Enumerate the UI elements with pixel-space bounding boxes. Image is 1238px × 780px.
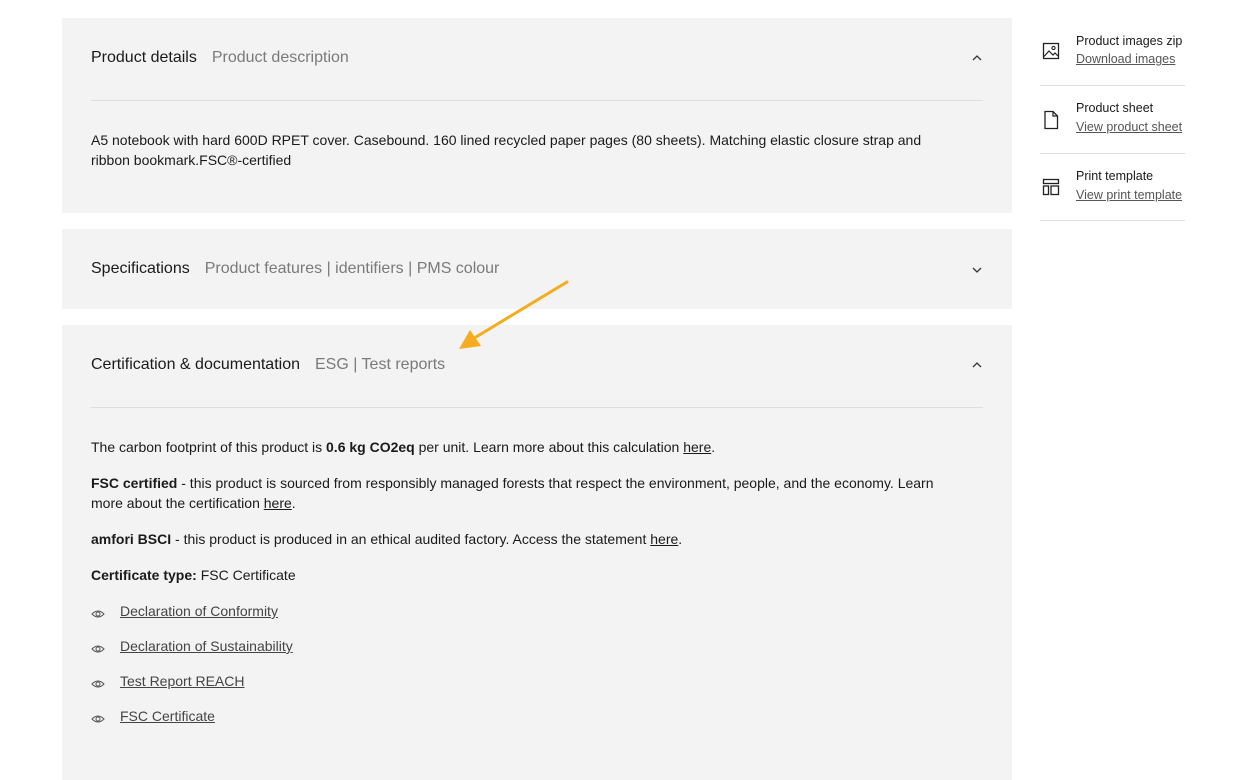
product-details-title: Product details <box>91 49 197 66</box>
document-item-fsc-certificate[interactable]: FSC Certificate <box>91 706 215 726</box>
certification-subtitle: ESG | Test reports <box>315 356 446 373</box>
fsc-certified-text: FSC certified - this product is sourced … <box>91 475 934 511</box>
document-item-test-report-reach[interactable]: Test Report REACH <box>91 671 244 691</box>
chevron-up-icon[interactable] <box>971 359 983 371</box>
fsc-certification-link[interactable]: here <box>264 495 292 511</box>
eye-icon <box>91 641 105 653</box>
product-details-header[interactable]: Product details Product description <box>91 18 983 98</box>
layout-template-icon <box>1042 178 1060 198</box>
document-link[interactable]: Test Report REACH <box>120 673 244 689</box>
image-icon <box>1042 42 1060 62</box>
document-link[interactable]: Declaration of Sustainability <box>120 638 293 654</box>
eye-icon <box>91 711 105 723</box>
amfori-bsci-text: amfori BSCI - this product is produced i… <box>91 531 683 547</box>
sidebar-item-product-sheet: Product sheet View product sheet <box>1040 86 1185 154</box>
certificate-type-text: Certificate type: FSC Certificate <box>91 565 957 585</box>
carbon-calculation-link[interactable]: here <box>683 439 711 455</box>
document-link[interactable]: Declaration of Conformity <box>120 603 278 619</box>
certification-panel: Certification & documentation ESG | Test… <box>62 325 1012 780</box>
certificate-type-label: Certificate type: <box>91 567 197 583</box>
divider <box>91 407 983 408</box>
download-images-link[interactable]: Download images <box>1076 52 1175 66</box>
chevron-down-icon[interactable] <box>971 264 983 276</box>
sidebar-item-print-template: Print template View print template <box>1040 153 1185 221</box>
product-description: A5 notebook with hard 600D RPET cover. C… <box>91 132 922 168</box>
document-item-declaration-of-conformity[interactable]: Declaration of Conformity <box>91 601 278 621</box>
sidebar-item-title: Product sheet <box>1076 101 1154 115</box>
product-details-subtitle: Product description <box>211 49 349 66</box>
file-icon <box>1042 110 1060 130</box>
eye-icon <box>91 606 105 618</box>
certification-title: Certification & documentation <box>91 356 300 373</box>
view-print-template-link[interactable]: View print template <box>1076 188 1182 202</box>
product-details-panel: Product details Product description A5 n… <box>62 18 1012 213</box>
chevron-up-icon[interactable] <box>971 52 983 64</box>
amfori-bsci-label: amfori BSCI <box>91 531 172 547</box>
specifications-subtitle: Product features | identifiers | PMS col… <box>204 260 500 277</box>
view-product-sheet-link[interactable]: View product sheet <box>1076 120 1182 134</box>
bsci-statement-link[interactable]: here <box>650 531 678 547</box>
annotation-arrow <box>459 280 569 349</box>
divider <box>91 100 983 101</box>
carbon-footprint-text: The carbon footprint of this product is … <box>91 439 716 455</box>
certificate-type-value: FSC Certificate <box>196 567 296 583</box>
sidebar-item-title: Product images zip <box>1076 34 1183 48</box>
specifications-title: Specifications <box>91 260 190 277</box>
fsc-certified-label: FSC certified <box>91 475 178 491</box>
sidebar-item-product-images: Product images zip Download images <box>1040 18 1185 86</box>
carbon-value: 0.6 kg CO2eq <box>326 439 415 455</box>
eye-icon <box>91 676 105 688</box>
document-link[interactable]: FSC Certificate <box>120 708 215 724</box>
sidebar-item-title: Print template <box>1076 169 1154 183</box>
document-item-declaration-of-sustainability[interactable]: Declaration of Sustainability <box>91 636 293 656</box>
